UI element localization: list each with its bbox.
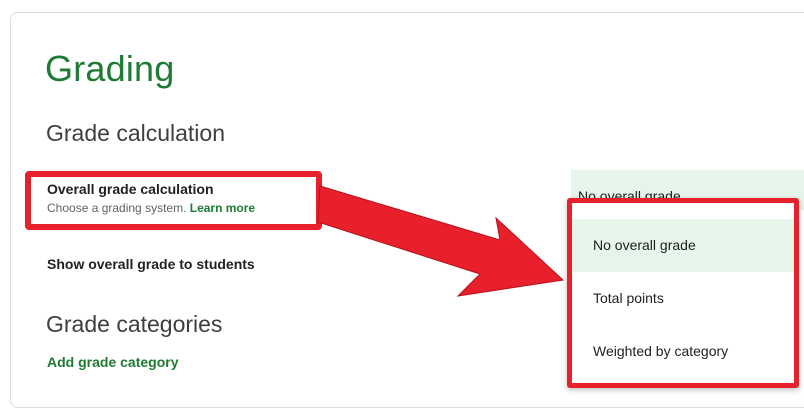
annotation-arrow [317, 185, 565, 297]
annotation-arrow-shape [317, 185, 565, 297]
